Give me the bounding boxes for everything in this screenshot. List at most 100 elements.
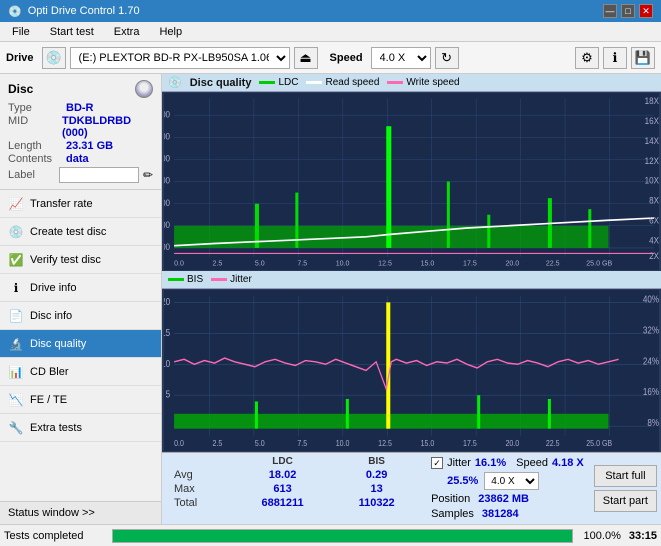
settings-button[interactable]: ⚙ — [575, 47, 599, 69]
sidebar-item-drive-info[interactable]: ℹ Drive info — [0, 274, 161, 302]
disc-label-input[interactable] — [59, 167, 139, 183]
drive-info-icon: ℹ — [8, 280, 24, 296]
disc-mid-key: MID — [8, 115, 62, 139]
disc-title: Disc — [8, 82, 33, 96]
svg-text:2X: 2X — [649, 251, 659, 261]
menu-extra[interactable]: Extra — [106, 24, 148, 40]
speed-select-stats[interactable]: 4.0 X — [484, 472, 539, 490]
menu-start-test[interactable]: Start test — [42, 24, 102, 40]
disc-info-icon: 📄 — [8, 308, 24, 324]
eject-button[interactable]: ⏏ — [294, 47, 318, 69]
sidebar: Disc Type BD-R MID TDKBLDRBD (000) Lengt… — [0, 74, 162, 524]
cd-bler-label: CD Bler — [30, 366, 69, 378]
sidebar-item-cd-bler[interactable]: 📊 CD Bler — [0, 358, 161, 386]
svg-text:2.5: 2.5 — [212, 438, 222, 448]
disc-length-key: Length — [8, 140, 66, 152]
legend-ldc: LDC — [259, 77, 298, 88]
disc-mid-val: TDKBLDRBD (000) — [62, 115, 153, 139]
extra-tests-label: Extra tests — [30, 422, 82, 434]
svg-text:12.5: 12.5 — [378, 438, 392, 448]
samples-row: Samples 381284 — [431, 508, 584, 520]
sidebar-item-verify-test-disc[interactable]: ✅ Verify test disc — [0, 246, 161, 274]
nav-items: 📈 Transfer rate 💿 Create test disc ✅ Ver… — [0, 190, 161, 442]
start-part-button[interactable]: Start part — [594, 490, 657, 512]
label-edit-icon[interactable]: ✏ — [143, 168, 153, 182]
total-ldc-val: 6881211 — [233, 496, 332, 510]
menu-file[interactable]: File — [4, 24, 38, 40]
svg-text:10.0: 10.0 — [336, 438, 350, 448]
svg-text:4X: 4X — [649, 235, 659, 245]
disc-panel: Disc Type BD-R MID TDKBLDRBD (000) Lengt… — [0, 74, 161, 190]
close-button[interactable]: ✕ — [639, 4, 653, 18]
svg-text:100: 100 — [164, 242, 170, 252]
jitter-row: ✓ Jitter 16.1% Speed 4.18 X — [431, 457, 584, 469]
legend-read: Read speed — [306, 77, 379, 88]
speed-select[interactable]: 4.0 X — [371, 47, 431, 69]
info-button[interactable]: ℹ — [603, 47, 627, 69]
sidebar-item-create-test-disc[interactable]: 💿 Create test disc — [0, 218, 161, 246]
app-title: 💿 Opti Drive Control 1.70 — [8, 5, 140, 18]
save-button[interactable]: 💾 — [631, 47, 655, 69]
svg-text:24%: 24% — [643, 356, 659, 367]
jitter-checkbox[interactable]: ✓ — [431, 457, 443, 469]
drive-label: Drive — [6, 52, 34, 64]
disc-type-row: Type BD-R — [8, 102, 153, 114]
max-jitter-row: 25.5% 4.0 X — [431, 472, 584, 490]
jitter-label: Jitter — [447, 457, 471, 469]
menu-help[interactable]: Help — [151, 24, 190, 40]
action-buttons: Start full Start part — [590, 453, 661, 524]
drive-select[interactable]: (E:) PLEXTOR BD-R PX-LB950SA 1.06 — [70, 47, 290, 69]
stats-table: LDC BIS Avg 18.02 0.29 Max 613 — [166, 455, 421, 510]
legend-jitter-label: Jitter — [230, 274, 252, 285]
speed-avg-val: 4.18 X — [552, 457, 584, 469]
max-bis-val: 13 — [332, 482, 421, 496]
chart-bot-area: 20 15 10 5 40% 32% 24% 16% 8% 0.0 2.5 5.… — [164, 290, 659, 451]
svg-text:200: 200 — [164, 220, 170, 230]
sidebar-item-disc-quality[interactable]: 🔬 Disc quality — [0, 330, 161, 358]
chart-bot-header: BIS Jitter — [162, 271, 661, 289]
progress-pct: 100.0% — [581, 530, 621, 542]
refresh-button[interactable]: ↻ — [435, 47, 459, 69]
window-controls: — □ ✕ — [603, 4, 653, 18]
svg-text:0.0: 0.0 — [174, 258, 184, 267]
sidebar-item-transfer-rate[interactable]: 📈 Transfer rate — [0, 190, 161, 218]
transfer-rate-label: Transfer rate — [30, 198, 93, 210]
svg-text:22.5: 22.5 — [546, 438, 560, 448]
svg-text:400: 400 — [164, 175, 170, 185]
avg-label: Avg — [166, 468, 233, 482]
verify-test-disc-icon: ✅ — [8, 252, 24, 268]
cd-bler-icon: 📊 — [8, 364, 24, 380]
total-bis-val: 110322 — [332, 496, 421, 510]
legend-ldc-label: LDC — [278, 77, 298, 88]
start-full-button[interactable]: Start full — [594, 465, 657, 487]
sidebar-item-fe-te[interactable]: 📉 FE / TE — [0, 386, 161, 414]
status-time: 33:15 — [629, 530, 657, 542]
svg-text:10X: 10X — [645, 175, 659, 185]
extra-tests-icon: 🔧 — [8, 420, 24, 436]
disc-contents-val: data — [66, 153, 89, 165]
drive-icon-button[interactable]: 💿 — [42, 47, 66, 69]
transfer-rate-icon: 📈 — [8, 196, 24, 212]
status-window-button[interactable]: Status window >> — [0, 501, 161, 524]
svg-text:20: 20 — [164, 296, 170, 307]
create-test-disc-label: Create test disc — [30, 226, 106, 238]
maximize-button[interactable]: □ — [621, 4, 635, 18]
progress-bar-container — [112, 529, 573, 543]
disc-label-row: Label ✏ — [8, 167, 153, 183]
svg-text:40%: 40% — [643, 294, 659, 305]
app-icon: 💿 — [8, 5, 22, 18]
disc-contents-key: Contents — [8, 153, 66, 165]
sidebar-item-disc-info[interactable]: 📄 Disc info — [0, 302, 161, 330]
svg-text:5.0: 5.0 — [255, 438, 265, 448]
toolbar: Drive 💿 (E:) PLEXTOR BD-R PX-LB950SA 1.0… — [0, 42, 661, 74]
verify-test-disc-label: Verify test disc — [30, 254, 101, 266]
svg-text:25.0 GB: 25.0 GB — [586, 258, 612, 267]
svg-text:500: 500 — [164, 153, 170, 163]
main-layout: Disc Type BD-R MID TDKBLDRBD (000) Lengt… — [0, 74, 661, 524]
sidebar-item-extra-tests[interactable]: 🔧 Extra tests — [0, 414, 161, 442]
minimize-button[interactable]: — — [603, 4, 617, 18]
disc-panel-header: Disc — [8, 80, 153, 98]
chart-bot-svg: 20 15 10 5 40% 32% 24% 16% 8% 0.0 2.5 5.… — [164, 290, 659, 451]
disc-quality-icon: 🔬 — [8, 336, 24, 352]
disc-contents-row: Contents data — [8, 153, 153, 165]
